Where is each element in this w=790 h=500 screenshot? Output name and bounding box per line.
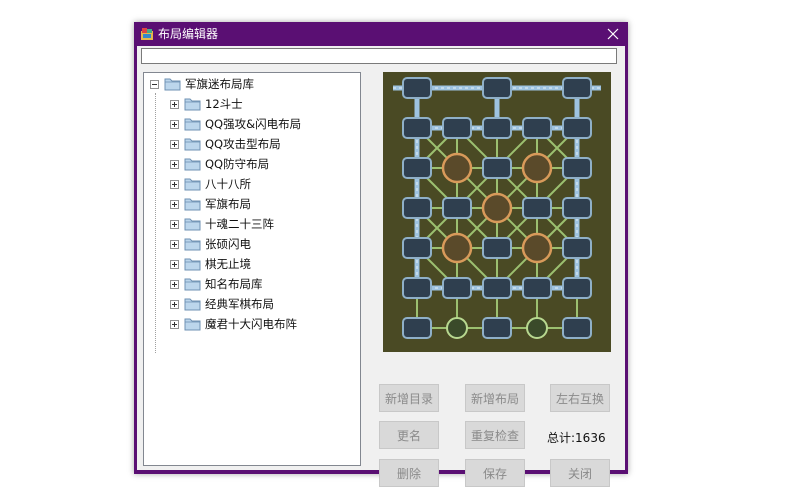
- tree-item[interactable]: 八十八所: [170, 174, 251, 194]
- close-button[interactable]: 关闭: [550, 459, 610, 487]
- tree-item-label: QQ防守布局: [205, 157, 270, 171]
- tree-item-label: 知名布局库: [205, 277, 263, 291]
- tree-item-label: 12斗士: [205, 97, 243, 111]
- client-area: 军旗迷布局库 12斗士 QQ强攻&闪电布局 QQ攻击型布局 QQ防守布局 八十八…: [137, 46, 625, 487]
- swap-left-right-button[interactable]: 左右互换: [550, 384, 610, 412]
- tree-item[interactable]: 张硕闪电: [170, 234, 251, 254]
- folder-icon: [184, 258, 201, 271]
- expand-icon[interactable]: [170, 99, 179, 109]
- expand-icon[interactable]: [170, 299, 179, 309]
- expand-icon[interactable]: [170, 159, 179, 169]
- tree-item[interactable]: 魔君十大闪电布阵: [170, 314, 297, 334]
- folder-icon: [184, 318, 201, 331]
- layout-editor-window: 布局编辑器 军旗迷布局库 12斗士 QQ强攻&闪电布局 QQ攻击型布局 QQ防守…: [134, 22, 628, 487]
- tree-item-label: QQ攻击型布局: [205, 137, 281, 151]
- expand-icon[interactable]: [170, 279, 179, 289]
- tree-item-label: 经典军棋布局: [205, 297, 274, 311]
- expand-icon[interactable]: [170, 319, 179, 329]
- expand-icon[interactable]: [170, 239, 179, 249]
- folder-icon: [184, 298, 201, 311]
- new-layout-button[interactable]: 新增布局: [465, 384, 525, 412]
- folder-icon: [184, 198, 201, 211]
- total-count: 总计:1636: [547, 429, 606, 446]
- app-icon: [141, 28, 153, 40]
- tree-root-label: 军旗迷布局库: [185, 77, 254, 91]
- tree-item[interactable]: 知名布局库: [170, 274, 263, 294]
- expand-icon[interactable]: [170, 199, 179, 209]
- tree-item[interactable]: 棋无止境: [170, 254, 251, 274]
- new-directory-button[interactable]: 新增目录: [379, 384, 439, 412]
- tree-item[interactable]: 十魂二十三阵: [170, 214, 274, 234]
- folder-icon: [164, 78, 181, 91]
- tree-item-label: 军旗布局: [205, 197, 251, 211]
- tree-item-label: 魔君十大闪电布阵: [205, 317, 297, 331]
- folder-icon: [184, 278, 201, 291]
- tree-item[interactable]: QQ攻击型布局: [170, 134, 281, 154]
- path-input[interactable]: [141, 48, 617, 64]
- layout-tree[interactable]: 军旗迷布局库 12斗士 QQ强攻&闪电布局 QQ攻击型布局 QQ防守布局 八十八…: [143, 72, 361, 466]
- expand-icon[interactable]: [170, 259, 179, 269]
- close-window-button[interactable]: [604, 25, 622, 43]
- total-label: 总计:: [547, 431, 576, 445]
- folder-icon: [184, 238, 201, 251]
- folder-icon: [184, 138, 201, 151]
- title-bar[interactable]: 布局编辑器: [134, 22, 628, 46]
- folder-icon: [184, 98, 201, 111]
- window-title: 布局编辑器: [158, 27, 219, 41]
- tree-item[interactable]: QQ防守布局: [170, 154, 269, 174]
- folder-icon: [184, 218, 201, 231]
- tree-item[interactable]: QQ强攻&闪电布局: [170, 114, 301, 134]
- layout-board-preview[interactable]: [383, 72, 611, 352]
- tree-item[interactable]: 12斗士: [170, 94, 243, 114]
- rename-button[interactable]: 更名: [379, 421, 439, 449]
- tree-item[interactable]: 经典军棋布局: [170, 294, 274, 314]
- tree-item-label: 八十八所: [205, 177, 251, 191]
- folder-icon: [184, 118, 201, 131]
- tree-guide-line: [155, 93, 156, 353]
- expand-icon[interactable]: [170, 119, 179, 129]
- folder-icon: [184, 178, 201, 191]
- save-button[interactable]: 保存: [465, 459, 525, 487]
- recheck-duplicates-button[interactable]: 重复检查: [465, 421, 525, 449]
- tree-item-label: 十魂二十三阵: [205, 217, 274, 231]
- expand-icon[interactable]: [170, 219, 179, 229]
- collapse-icon[interactable]: [150, 79, 159, 89]
- tree-root[interactable]: 军旗迷布局库: [150, 74, 254, 94]
- delete-button[interactable]: 删除: [379, 459, 439, 487]
- tree-item-label: 棋无止境: [205, 257, 251, 271]
- close-icon: [607, 28, 619, 40]
- tree-item-label: QQ强攻&闪电布局: [205, 117, 302, 131]
- total-value: 1636: [575, 431, 606, 445]
- tree-item[interactable]: 军旗布局: [170, 194, 251, 214]
- expand-icon[interactable]: [170, 179, 179, 189]
- expand-icon[interactable]: [170, 139, 179, 149]
- tree-item-label: 张硕闪电: [205, 237, 251, 251]
- folder-icon: [184, 158, 201, 171]
